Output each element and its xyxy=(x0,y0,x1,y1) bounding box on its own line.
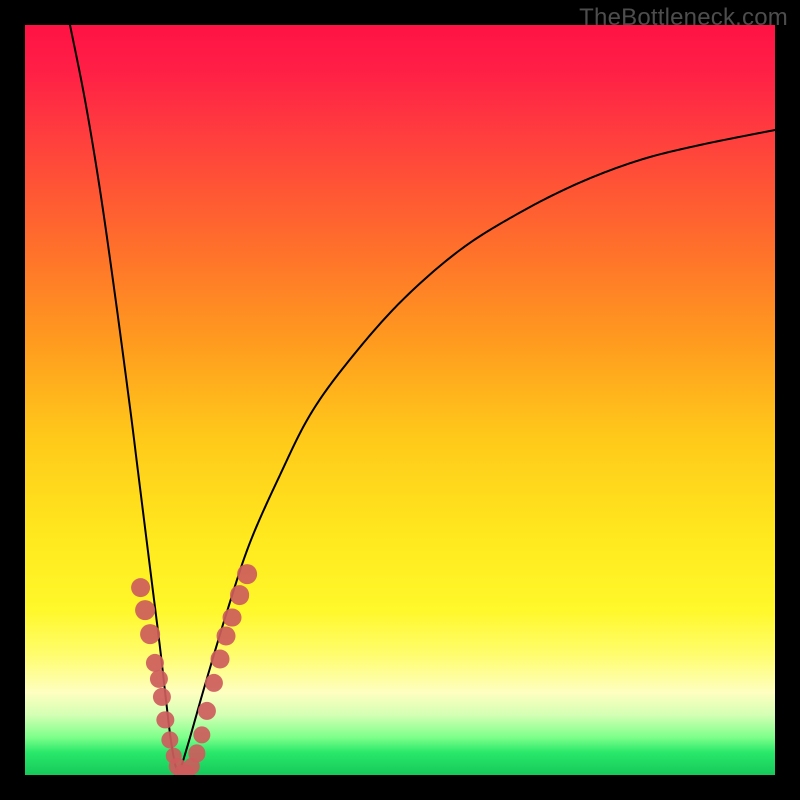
data-marker xyxy=(152,688,170,706)
data-marker xyxy=(188,745,205,762)
data-marker xyxy=(217,627,236,646)
data-marker xyxy=(149,670,167,688)
data-marker xyxy=(157,711,174,728)
data-marker xyxy=(211,649,230,668)
data-marker xyxy=(146,653,164,671)
data-marker xyxy=(237,564,257,584)
data-marker xyxy=(135,600,155,620)
data-marker xyxy=(223,608,242,627)
data-marker xyxy=(161,731,178,748)
data-marker xyxy=(205,674,223,692)
markers-layer xyxy=(25,25,775,775)
data-marker xyxy=(198,701,216,719)
data-marker xyxy=(230,585,250,605)
chart-frame: TheBottleneck.com xyxy=(0,0,800,800)
plot-area xyxy=(25,25,775,775)
data-marker xyxy=(193,726,210,743)
watermark-text: TheBottleneck.com xyxy=(579,4,788,32)
data-marker xyxy=(140,624,160,644)
data-marker xyxy=(131,578,151,598)
